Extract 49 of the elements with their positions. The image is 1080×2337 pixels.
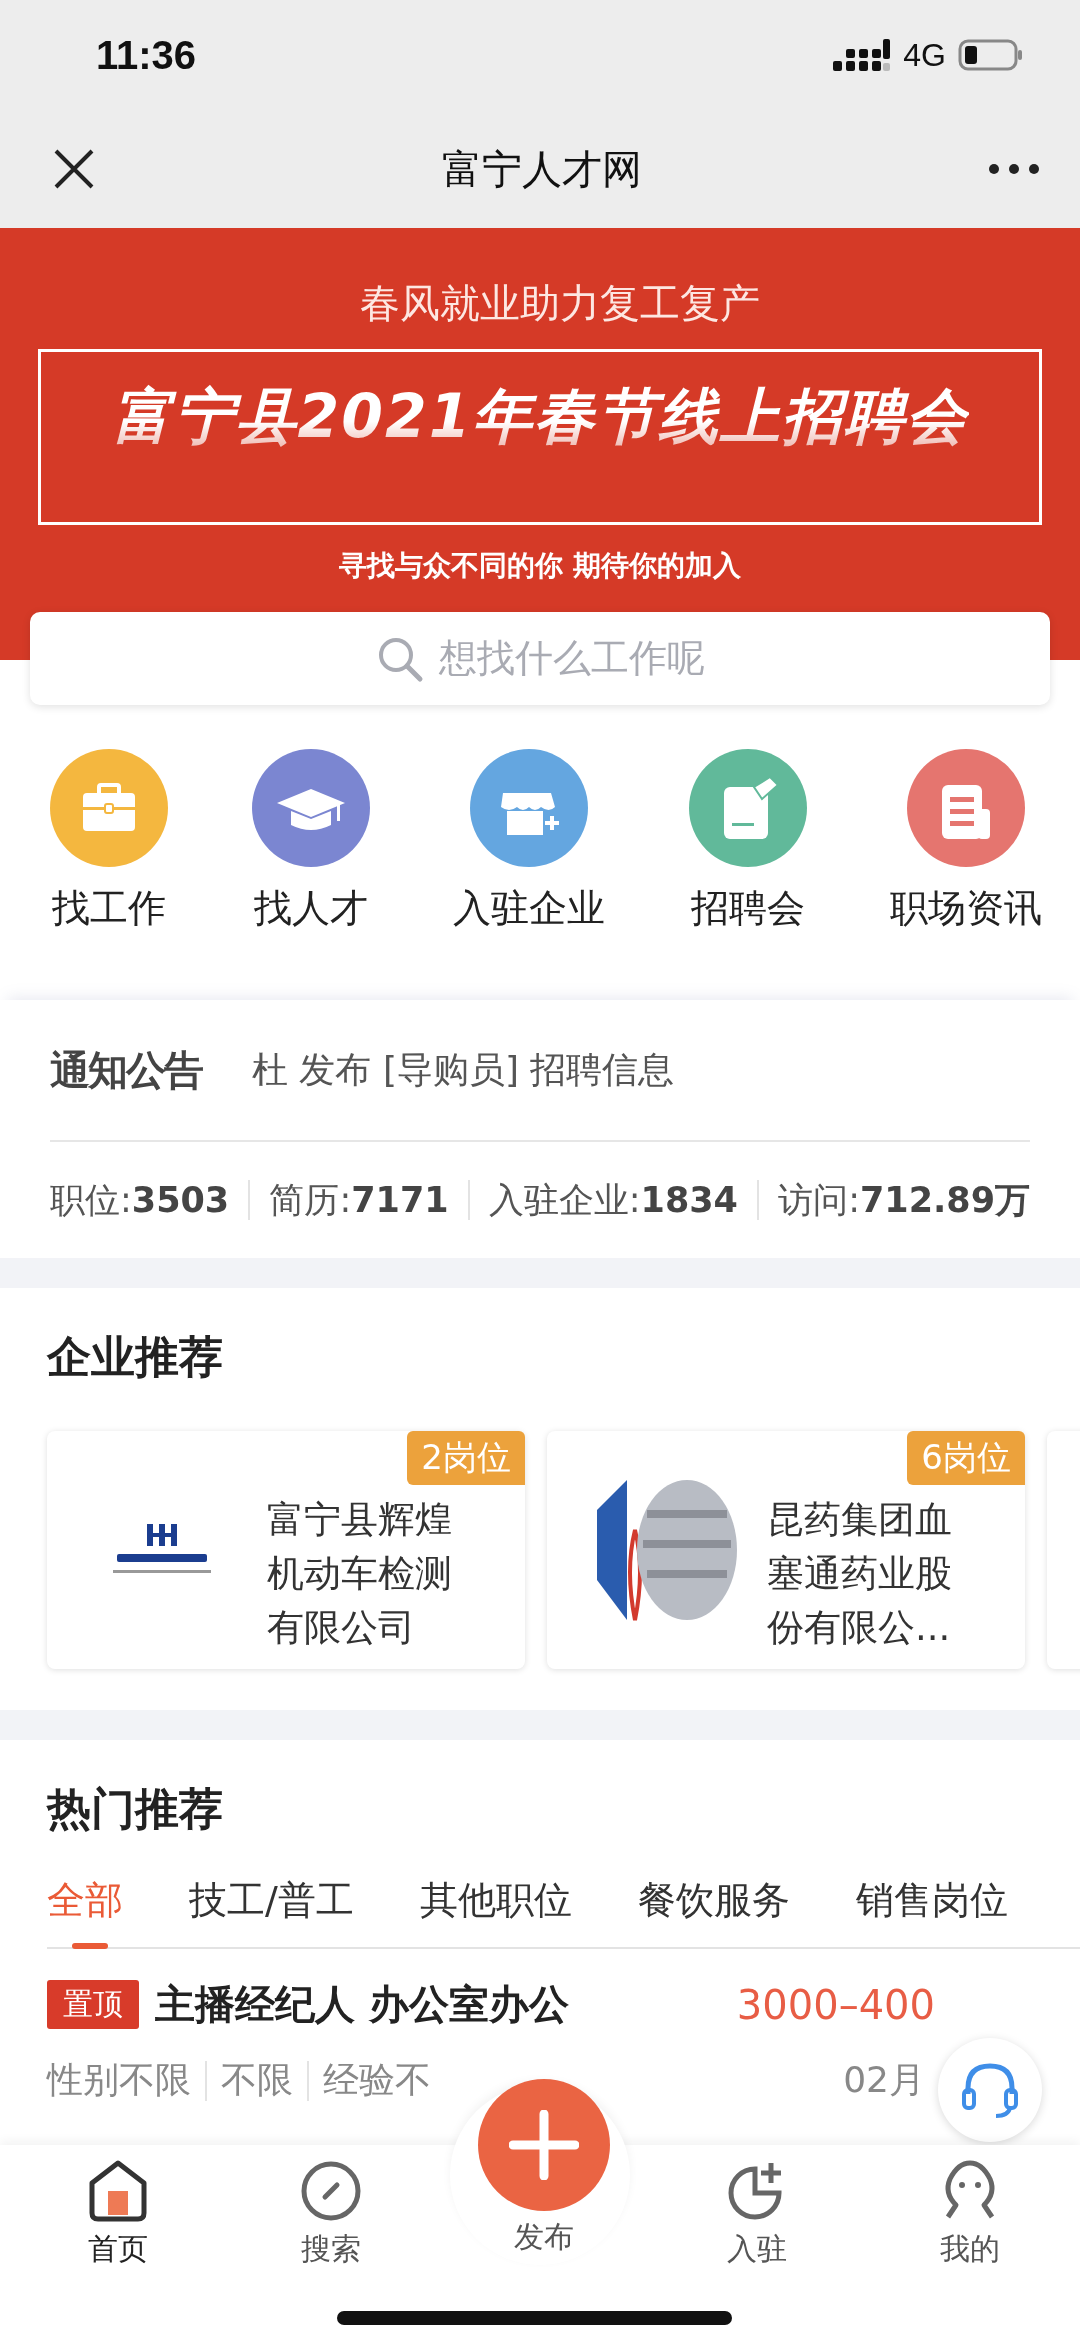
stat-text: 简历:7171: [269, 1178, 449, 1222]
plus-icon: [509, 2110, 579, 2180]
openings-badge: 2岗位: [407, 1431, 525, 1485]
battery-icon: [958, 38, 1024, 72]
shortcut-label[interactable]: 入驻企业: [453, 883, 605, 934]
more-icon[interactable]: [988, 162, 1040, 176]
promo-banner[interactable]: 春风就业助力复工复产 富宁县2021年春节线上招聘会 寻找与众不同的你 期待你的加入: [0, 228, 1080, 612]
page-title: 富宁人才网: [442, 144, 642, 194]
category-tab[interactable]: 销售岗位: [855, 1875, 1008, 1947]
category-tab[interactable]: 餐饮服务: [637, 1875, 790, 1947]
openings-badge: 6岗位: [907, 1431, 1025, 1485]
search-placeholder: 想找什么工作呢: [439, 635, 705, 682]
job-tag: 性别不限: [47, 2056, 191, 2105]
network-label: 4G: [903, 36, 946, 74]
tab-bar-item[interactable]: 搜索: [281, 2145, 381, 2337]
company-name: 富宁县辉煌机动车检测有限公司: [267, 1497, 453, 1651]
clock-time: 11:36: [96, 32, 197, 78]
compass-icon: [299, 2159, 363, 2223]
category-tab[interactable]: 技工/普工: [189, 1875, 354, 1947]
stat-text: 访问:712.89万: [778, 1178, 1030, 1222]
shortcut-label[interactable]: 职场资讯: [890, 883, 1042, 934]
shortcut-label[interactable]: 找人才: [253, 883, 368, 934]
shortcut-label[interactable]: 招聘会: [690, 883, 805, 934]
company-name: 昆药集团血塞通药业股份有限公...: [767, 1497, 953, 1651]
section-title: 企业推荐: [47, 1330, 224, 1384]
tab-bar-item[interactable]: 我的: [920, 2145, 1020, 2337]
job-title[interactable]: 主播经纪人 办公室办公: [155, 1977, 569, 2032]
salary-text: 3000–400: [736, 1981, 935, 2028]
shortcut-label[interactable]: 找工作: [52, 883, 166, 934]
tab-bar-item[interactable]: 首页: [68, 2145, 168, 2337]
signal-icon: [831, 37, 892, 73]
section-title: 热门推荐: [47, 1782, 224, 1836]
company-card[interactable]: 2岗位 富宁县辉煌机动车检测有限公司: [47, 1431, 525, 1669]
notice-logo: 通知公告: [50, 1045, 202, 1095]
notice-text[interactable]: 杜 发布 [导购员] 招聘信息: [252, 1045, 675, 1095]
pinned-badge: 置顶: [47, 1980, 139, 2029]
job-tag: 不限: [221, 2056, 293, 2105]
tab-bar-item[interactable]: 入驻: [707, 2145, 807, 2337]
publish-label[interactable]: 发布: [514, 2217, 574, 2258]
banner-tagline: 寻找与众不同的你 期待你的加入: [339, 548, 741, 584]
company-card[interactable]: 6岗位 昆药集团血塞通药业股份有限公...: [547, 1431, 1025, 1669]
stat-text: 职位:3503: [50, 1178, 230, 1222]
category-tab[interactable]: 其他职位: [419, 1875, 572, 1947]
banner-subtitle: 春风就业助力复工复产: [360, 279, 760, 328]
stat-text: 入驻企业:1834: [488, 1178, 738, 1222]
support-button[interactable]: [938, 2038, 1042, 2142]
close-icon[interactable]: [52, 147, 96, 191]
post-date: 02月: [843, 2058, 925, 2102]
job-tag: 经验不: [323, 2056, 431, 2105]
